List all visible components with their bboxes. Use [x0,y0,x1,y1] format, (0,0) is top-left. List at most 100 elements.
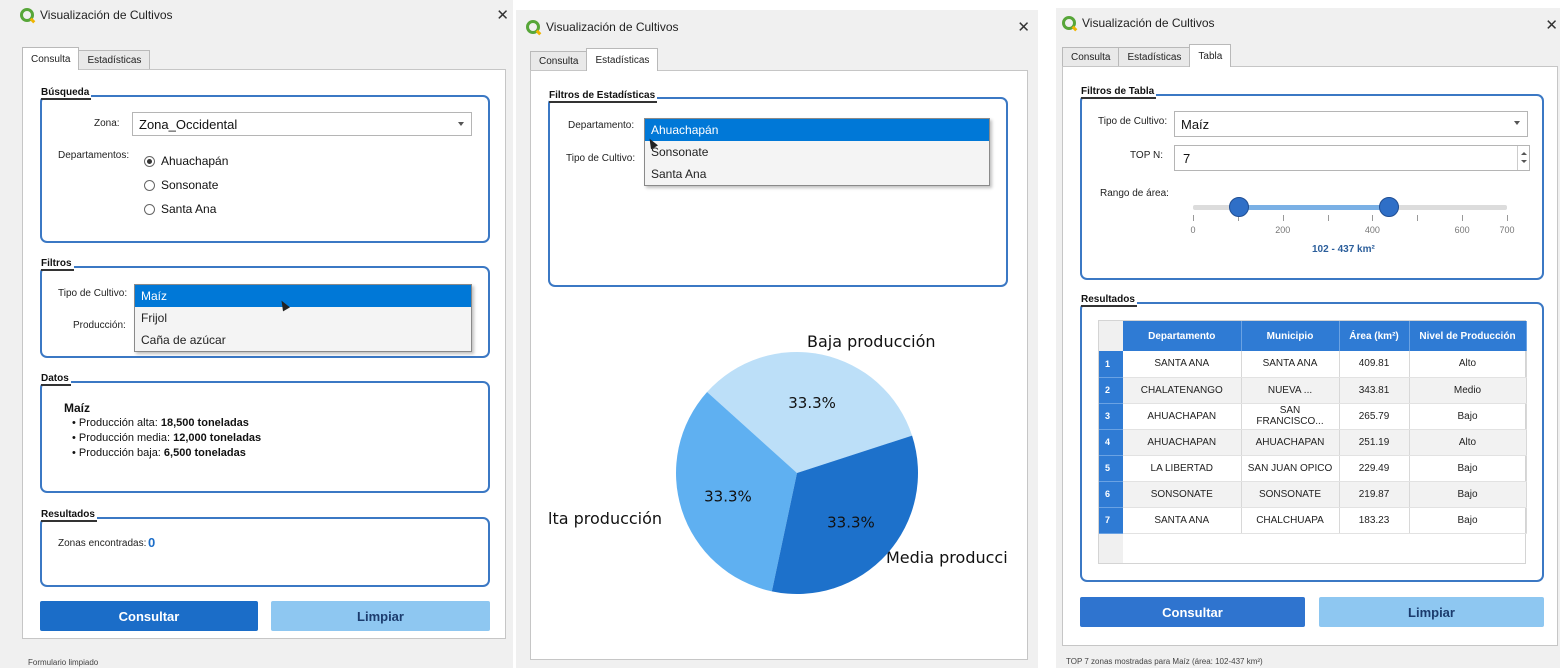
tab-consulta[interactable]: Consulta [22,47,80,70]
slider-tick [1462,215,1464,221]
slider-handle-high[interactable] [1379,197,1400,217]
radio-sonsonate[interactable]: Sonsonate [144,178,218,192]
slider-tick-label: 600 [1454,225,1470,235]
column-header-area[interactable]: Área (km²) [1339,321,1410,351]
item-label: Producción media: [78,432,174,444]
close-icon[interactable]: ✕ [496,6,509,24]
table-row[interactable]: 3 AHUACHAPAN SAN FRANCISCO... 265.79 Bajo [1099,403,1527,430]
cell-nivel: Bajo [1409,481,1527,508]
consultar-button[interactable]: Consultar [1080,597,1305,627]
table-row[interactable]: 2 CHALATENANGO NUEVA ... 343.81 Medio [1099,377,1527,404]
top-n-spinbox[interactable]: 7 [1174,145,1530,171]
cell-area: 229.49 [1339,455,1410,482]
tab-bar: Consulta Estadísticas [530,48,659,71]
slider-tick-label: 0 [1190,225,1196,235]
item-value: 6,500 toneladas [163,447,246,459]
cell-area: 409.81 [1339,351,1410,378]
list-item: Producción media: 12,000 toneladas [72,431,261,446]
pie-percent-label: 33.3% [704,487,752,505]
tipo-cultivo-dropdown[interactable]: Maíz Frijol Caña de azúcar [134,284,472,352]
tab-estadisticas[interactable]: Estadísticas [78,50,151,70]
cell-departamento: SANTA ANA [1123,351,1242,378]
window-tabla: Visualización de Cultivos ✕ Consulta Est… [1056,8,1560,668]
chevron-down-icon [458,122,464,126]
produccion-label: Producción: [73,320,126,331]
range-text: 102 - 437 km² [1312,244,1375,255]
dropdown-item-maiz[interactable]: Maíz [135,285,471,307]
spin-arrows-icon[interactable] [1517,146,1529,170]
resultados-group [40,517,490,587]
table-corner [1099,321,1123,351]
radio-ahuachapan[interactable]: Ahuachapán [144,154,228,168]
tipo-cultivo-label: Tipo de Cultivo: [58,288,128,299]
item-value: 18,500 toneladas [160,417,249,429]
tab-tabla[interactable]: Tabla [1189,44,1232,67]
table-row[interactable]: 4 AHUACHAPAN AHUACHAPAN 251.19 Alto [1099,429,1527,456]
cell-municipio: NUEVA ... [1241,377,1340,404]
status-bar-text: TOP 7 zonas mostradas para Maíz (área: 1… [1066,657,1263,666]
radio-label: Ahuachapán [161,154,229,168]
filtros-tabla-title: Filtros de Tabla [1081,86,1157,99]
dropdown-item-frijol[interactable]: Frijol [135,307,471,329]
slider-handle-low[interactable] [1228,197,1249,217]
datos-list: Producción alta: 18,500 toneladas Produc… [72,416,261,461]
slider-tick [1507,215,1508,221]
close-icon[interactable]: ✕ [1017,18,1030,36]
area-range-slider[interactable]: 0 200 400 600 700 [1190,196,1515,244]
cell-departamento: LA LIBERTAD [1123,455,1242,482]
row-number: 3 [1099,403,1123,430]
departamentos-label: Departamentos: [58,150,130,161]
window-title: Visualización de Cultivos [546,20,679,34]
tab-estadisticas[interactable]: Estadísticas [586,48,659,71]
cell-nivel: Alto [1409,429,1527,456]
table-row[interactable]: 7 SANTA ANA CHALCHUAPA 183.23 Bajo [1099,507,1527,534]
limpiar-button[interactable]: Limpiar [271,601,490,631]
table-row[interactable]: 1 SANTA ANA SANTA ANA 409.81 Alto [1099,351,1527,378]
cell-departamento: SANTA ANA [1123,507,1242,534]
tab-consulta[interactable]: Consulta [1062,47,1120,67]
dropdown-item-sonsonate[interactable]: Sonsonate [645,141,989,163]
tipo-cultivo-combo[interactable]: Maíz [1174,111,1528,137]
dropdown-item-ahuachapan[interactable]: Ahuachapán [645,119,989,141]
cell-municipio: SONSONATE [1241,481,1340,508]
resultados-title: Resultados [1081,294,1137,307]
dropdown-item-santa-ana[interactable]: Santa Ana [645,163,989,185]
qgis-logo-icon [1062,16,1076,30]
dropdown-item-cana[interactable]: Caña de azúcar [135,329,471,351]
slider-tick [1372,215,1374,221]
pie-category-label: Baja producción [807,332,936,351]
table-row[interactable]: 5 LA LIBERTAD SAN JUAN OPICO 229.49 Bajo [1099,455,1527,482]
consultar-button[interactable]: Consultar [40,601,258,631]
cell-municipio: SAN FRANCISCO... [1241,403,1340,430]
item-label: Producción baja: [78,447,164,459]
cell-area: 343.81 [1339,377,1410,404]
zona-combo[interactable]: Zona_Occidental [132,112,472,136]
radio-label: Sonsonate [161,178,219,192]
column-header-departamento[interactable]: Departamento [1123,321,1242,351]
limpiar-button[interactable]: Limpiar [1319,597,1544,627]
item-value: 12,000 toneladas [173,432,262,444]
qgis-logo-icon [20,8,34,22]
slider-tick-label: 700 [1499,225,1515,235]
radio-santa-ana[interactable]: Santa Ana [144,202,216,216]
close-icon[interactable]: ✕ [1545,16,1558,34]
cell-area: 219.87 [1339,481,1410,508]
departamento-label: Departamento: [568,120,635,131]
departamento-dropdown[interactable]: Ahuachapán Sonsonate Santa Ana [644,118,990,186]
item-label: Producción alta: [78,417,161,429]
zona-label: Zona: [94,118,120,129]
radio-circle-icon [144,203,155,215]
tab-consulta[interactable]: Consulta [530,51,588,71]
column-header-nivel[interactable]: Nivel de Producción [1409,321,1527,351]
slider-tick [1282,215,1284,221]
row-number: 1 [1099,351,1123,378]
tipo-cultivo-value: Maíz [1181,116,1210,132]
column-header-municipio[interactable]: Municipio [1241,321,1340,351]
pie-category-label: Media producci [886,548,1008,567]
tab-estadisticas[interactable]: Estadísticas [1118,47,1191,67]
results-table: Departamento Municipio Área (km²) Nivel … [1099,321,1527,534]
pie-percent-label: 33.3% [788,394,836,412]
cell-departamento: AHUACHAPAN [1123,429,1242,456]
top-n-value: 7 [1183,150,1191,166]
table-row[interactable]: 6 SONSONATE SONSONATE 219.87 Bajo [1099,481,1527,508]
